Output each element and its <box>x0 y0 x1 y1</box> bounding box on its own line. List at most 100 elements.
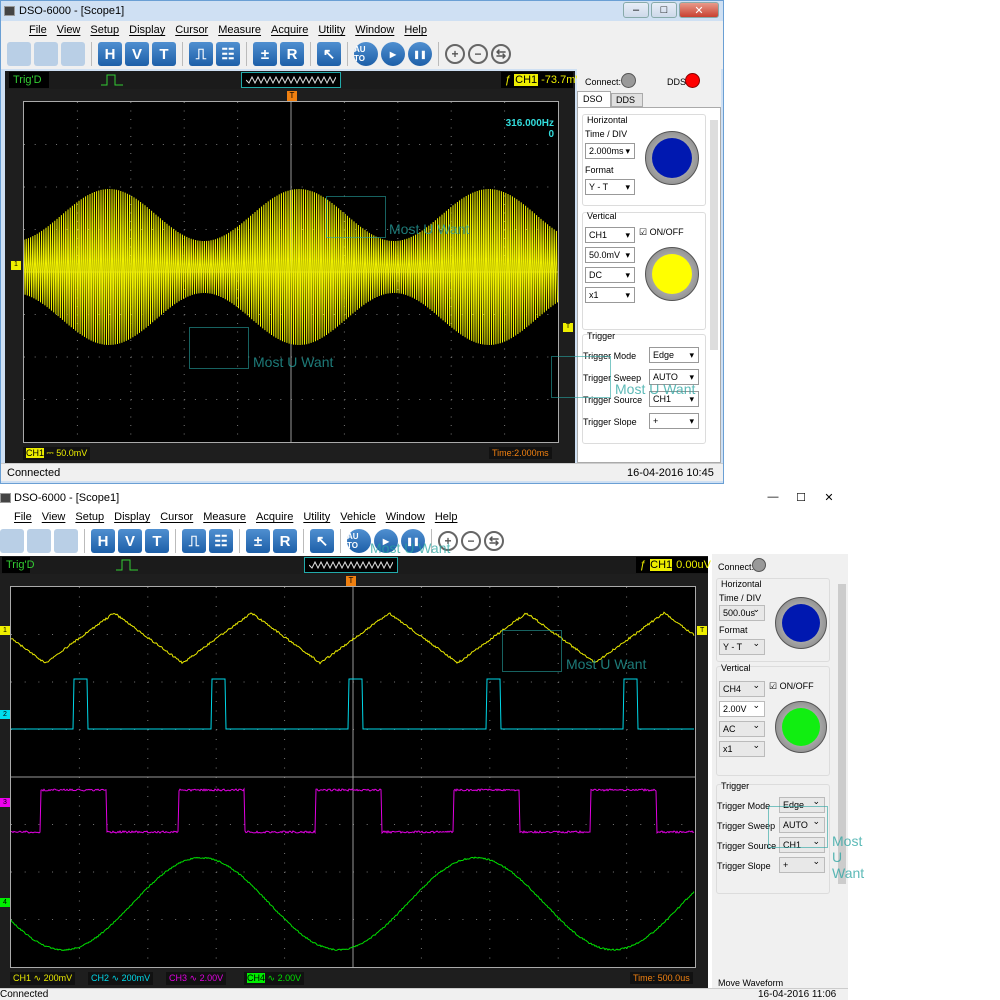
time-div-select[interactable]: 2.000ms <box>585 143 635 159</box>
open-icon[interactable] <box>7 42 31 66</box>
menu-measure[interactable]: Measure <box>203 511 246 523</box>
menu-file[interactable]: File <box>29 24 47 36</box>
maximize-button[interactable]: □ <box>651 2 677 18</box>
menu-cursor[interactable]: Cursor <box>160 511 193 523</box>
panel-scrollbar[interactable] <box>710 120 718 350</box>
onoff-checkbox[interactable]: ☑ ON/OFF <box>639 227 684 238</box>
horizontal-button[interactable]: H <box>98 42 122 66</box>
time-div-select[interactable]: 500.0us <box>719 605 765 621</box>
ch2-marker[interactable]: 2 <box>0 710 10 719</box>
menu-view[interactable]: View <box>42 511 66 523</box>
tab-dds[interactable]: DDS <box>611 93 643 107</box>
menu-view[interactable]: View <box>57 24 81 36</box>
menu-utility[interactable]: Utility <box>303 511 330 523</box>
print-icon[interactable] <box>61 42 85 66</box>
math-icon[interactable]: ± <box>253 42 277 66</box>
menu-utility[interactable]: Utility <box>318 24 345 36</box>
open-icon[interactable] <box>0 529 24 553</box>
ch4-marker[interactable]: 4 <box>0 898 10 907</box>
menu-file[interactable]: File <box>14 511 32 523</box>
cursor-icon[interactable]: ↖ <box>317 42 341 66</box>
auto-button[interactable]: AU TO <box>354 42 378 66</box>
menu-window[interactable]: Window <box>355 24 394 36</box>
reference-button[interactable]: R <box>280 42 304 66</box>
volt-knob[interactable] <box>645 247 699 301</box>
app-icon <box>4 6 15 16</box>
list-icon[interactable]: ☷ <box>216 42 240 66</box>
swap-icon[interactable]: ⇆ <box>484 531 504 551</box>
pulse-mode-icon[interactable]: ⎍ <box>189 42 213 66</box>
minimize-button[interactable]: — <box>760 488 786 506</box>
format-select[interactable]: Y - T <box>719 639 765 655</box>
menu-acquire[interactable]: Acquire <box>256 511 293 523</box>
format-select[interactable]: Y - T <box>585 179 635 195</box>
memory-position-indicator[interactable] <box>304 557 398 573</box>
tab-dso[interactable]: DSO <box>577 91 611 107</box>
ch3-marker[interactable]: 3 <box>0 798 10 807</box>
minimize-button[interactable]: – <box>623 2 649 18</box>
auto-button[interactable]: AU TO <box>347 529 371 553</box>
menu-display[interactable]: Display <box>114 511 150 523</box>
probe-select[interactable]: x1 <box>719 741 765 757</box>
channel-select[interactable]: CH4 <box>719 681 765 697</box>
time-knob[interactable] <box>775 597 827 649</box>
save-icon[interactable] <box>27 529 51 553</box>
menu-vehicle[interactable]: Vehicle <box>340 511 375 523</box>
swap-icon[interactable]: ⇆ <box>491 44 511 64</box>
volt-div-spinner[interactable]: 2.00V <box>719 701 765 717</box>
ch1-marker[interactable]: 1 <box>11 261 21 270</box>
connection-status: Connected <box>7 467 60 479</box>
vertical-button[interactable]: V <box>125 42 149 66</box>
trigger-slope-select[interactable]: + <box>649 413 699 429</box>
menu-cursor[interactable]: Cursor <box>175 24 208 36</box>
trigger-level-marker[interactable]: T <box>563 323 573 332</box>
menu-help[interactable]: Help <box>435 511 458 523</box>
volt-knob[interactable] <box>775 701 827 753</box>
print-icon[interactable] <box>54 529 78 553</box>
menu-setup[interactable]: Setup <box>75 511 104 523</box>
menu-help[interactable]: Help <box>404 24 427 36</box>
pulse-mode-icon[interactable]: ⎍ <box>182 529 206 553</box>
zoom-out-icon[interactable]: − <box>468 44 488 64</box>
trigger-position-marker[interactable]: T <box>287 91 297 101</box>
memory-position-indicator[interactable] <box>241 72 341 88</box>
maximize-button[interactable]: ☐ <box>788 488 814 506</box>
zoom-out-icon[interactable]: − <box>461 531 481 551</box>
coupling-select[interactable]: AC <box>719 721 765 737</box>
reference-button[interactable]: R <box>273 529 297 553</box>
trigger-button[interactable]: T <box>145 529 169 553</box>
vertical-button[interactable]: V <box>118 529 142 553</box>
menu-acquire[interactable]: Acquire <box>271 24 308 36</box>
list-icon[interactable]: ☷ <box>209 529 233 553</box>
save-icon[interactable] <box>34 42 58 66</box>
trigger-slope-select[interactable]: + <box>779 857 825 873</box>
cursor-icon[interactable]: ↖ <box>310 529 334 553</box>
datetime: 16-04-2016 11:06 <box>758 989 836 1000</box>
volt-div-spinner[interactable]: 50.0mV <box>585 247 635 263</box>
watermark: Most U Want <box>253 354 333 370</box>
trigger-level-marker[interactable]: T <box>697 626 707 635</box>
toolbar-separator <box>91 42 92 66</box>
trigger-position-marker[interactable]: T <box>346 576 356 586</box>
close-button[interactable]: ✕ <box>816 488 842 506</box>
zoom-in-icon[interactable]: + <box>445 44 465 64</box>
coupling-select[interactable]: DC <box>585 267 635 283</box>
pause-icon[interactable]: ❚❚ <box>408 42 432 66</box>
time-knob[interactable] <box>645 131 699 185</box>
menu-window[interactable]: Window <box>386 511 425 523</box>
trigger-button[interactable]: T <box>152 42 176 66</box>
close-button[interactable]: ✕ <box>679 2 719 18</box>
run-icon[interactable]: ▶ <box>381 42 405 66</box>
probe-select[interactable]: x1 <box>585 287 635 303</box>
horizontal-button[interactable]: H <box>91 529 115 553</box>
frequency-readout: 316.000Hz 0 <box>506 118 554 140</box>
channel-select[interactable]: CH1 <box>585 227 635 243</box>
trigger-channel: CH1 <box>650 559 672 571</box>
menu-setup[interactable]: Setup <box>90 24 119 36</box>
onoff-checkbox[interactable]: ☑ ON/OFF <box>769 681 814 692</box>
trigger-mode-select[interactable]: Edge <box>649 347 699 363</box>
math-icon[interactable]: ± <box>246 529 270 553</box>
ch1-marker[interactable]: 1 <box>0 626 10 635</box>
menu-measure[interactable]: Measure <box>218 24 261 36</box>
menu-display[interactable]: Display <box>129 24 165 36</box>
